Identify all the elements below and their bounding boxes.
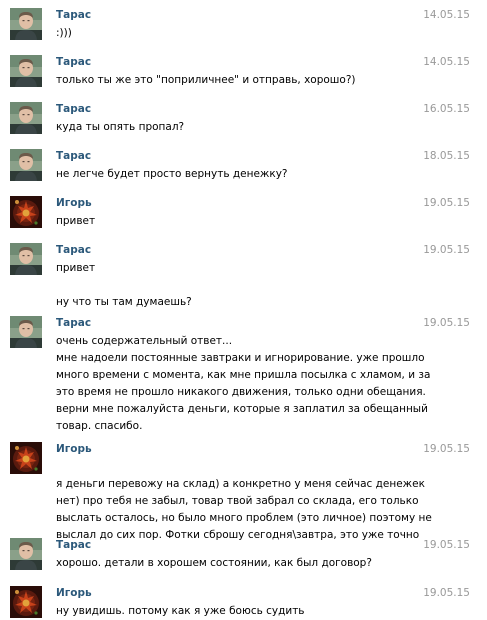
author-name[interactable]: Тарас: [56, 244, 91, 256]
author-name[interactable]: Тарас: [56, 9, 91, 21]
message-line: товар. спасибо.: [56, 420, 143, 432]
author-name[interactable]: Игорь: [56, 587, 92, 599]
message-date: 19.05.15: [423, 317, 470, 329]
message-line: [56, 277, 475, 294]
message-text: :))): [56, 25, 475, 42]
message-text: я деньги перевожу на склад) а конкретно …: [56, 459, 475, 544]
message-history: Тарас 14.05.15:))) Тарас 14.05.15 только ты…: [0, 0, 487, 620]
message-line: ну увидишь. потому как я уже боюсь судит…: [56, 605, 305, 617]
avatar[interactable]: [10, 149, 42, 181]
author-name[interactable]: Тарас: [56, 56, 91, 68]
message-line: только ты же это "поприличнее" и отправь…: [56, 74, 356, 86]
message-date: 19.05.15: [423, 539, 470, 551]
author-name[interactable]: Игорь: [56, 197, 92, 209]
message-line: выслать осталось, но было много проблем …: [56, 512, 432, 524]
message-text: хорошо. детали в хорошем состоянии, как …: [56, 555, 475, 572]
message-text: не легче будет просто вернуть денежку?: [56, 166, 475, 183]
message-line: куда ты опять пропал?: [56, 121, 185, 133]
message-line: :))): [56, 27, 72, 39]
author-name[interactable]: Тарас: [56, 539, 91, 551]
message-line: привет: [56, 215, 96, 227]
message-text: привет ну что ты там думаешь?: [56, 260, 475, 311]
message-line: [56, 459, 475, 476]
message-line: привет: [56, 262, 96, 274]
avatar[interactable]: [10, 102, 42, 134]
author-name[interactable]: Тарас: [56, 317, 91, 329]
avatar[interactable]: [10, 8, 42, 40]
message-line: очень содержательный ответ...: [56, 335, 233, 347]
avatar[interactable]: [10, 55, 42, 87]
author-name[interactable]: Тарас: [56, 150, 91, 162]
message-line: я деньги перевожу на склад) а конкретно …: [56, 478, 425, 490]
message-line: нет) про тебя не забыл, товар твой забра…: [56, 495, 419, 507]
message-line: не легче будет просто вернуть денежку?: [56, 168, 288, 180]
message-line: много времени с момента, как мне пришла …: [56, 369, 431, 381]
avatar[interactable]: [10, 243, 42, 275]
message-date: 19.05.15: [423, 197, 470, 209]
message-date: 16.05.15: [423, 103, 470, 115]
message-line: мне надоели постоянные завтраки и игнори…: [56, 352, 425, 364]
avatar[interactable]: [10, 586, 42, 618]
message-text: только ты же это "поприличнее" и отправь…: [56, 72, 475, 89]
message-date: 19.05.15: [423, 587, 470, 599]
message-text: очень содержательный ответ... мне надоели…: [56, 333, 475, 435]
avatar[interactable]: [10, 538, 42, 570]
avatar[interactable]: [10, 196, 42, 228]
message-line: хорошо. детали в хорошем состоянии, как …: [56, 557, 372, 569]
message-date: 19.05.15: [423, 244, 470, 256]
message-text: ну увидишь. потому как я уже боюсь судит…: [56, 603, 475, 620]
message-date: 19.05.15: [423, 443, 470, 455]
avatar[interactable]: [10, 316, 42, 348]
avatar[interactable]: [10, 442, 42, 474]
author-name[interactable]: Игорь: [56, 443, 92, 455]
message-text: куда ты опять пропал?: [56, 119, 475, 136]
message-line: верни мне пожалуйста деньги, которые я з…: [56, 403, 428, 415]
message-text: привет: [56, 213, 475, 230]
message-date: 18.05.15: [423, 150, 470, 162]
author-name[interactable]: Тарас: [56, 103, 91, 115]
message-line: выслал до сих пор. Фотки сброшу сегодня\…: [56, 529, 420, 541]
message-date: 14.05.15: [423, 9, 470, 21]
message-line: это время не прошло никакого движения, т…: [56, 386, 426, 398]
message-line: ну что ты там думаешь?: [56, 296, 192, 308]
message-date: 14.05.15: [423, 56, 470, 68]
